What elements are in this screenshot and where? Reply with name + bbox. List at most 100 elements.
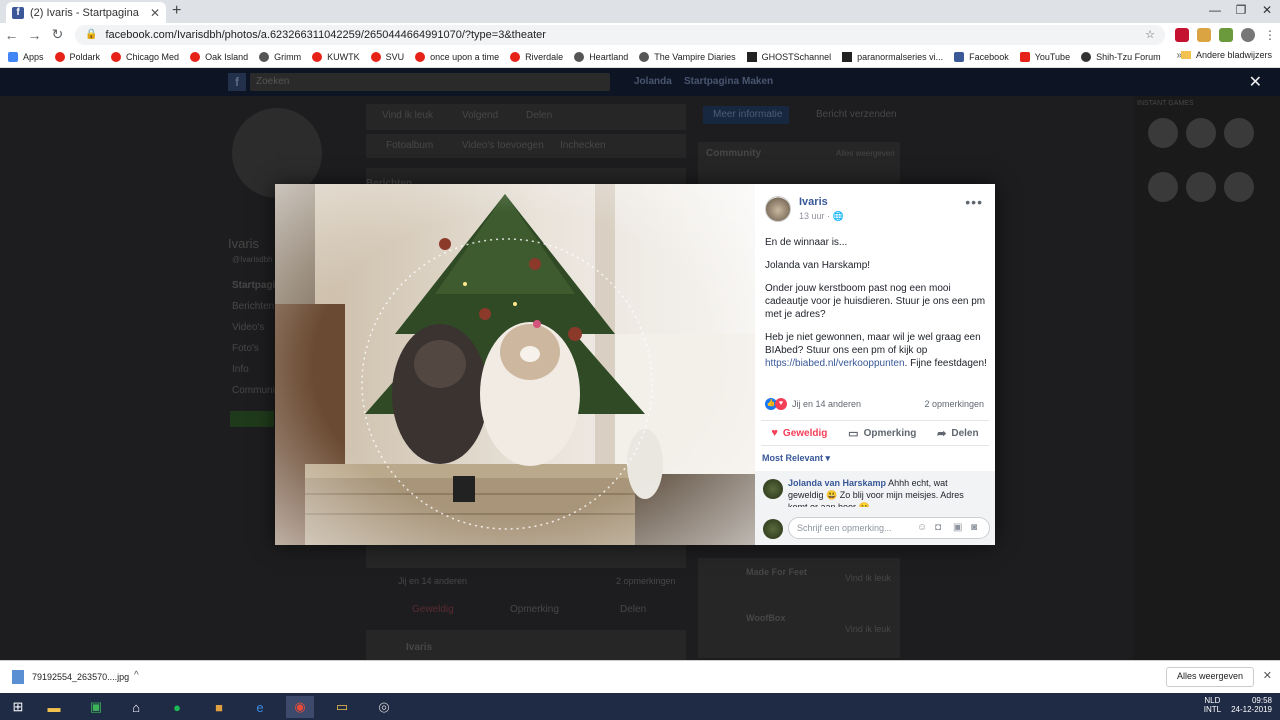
gif-icon[interactable]: ▣: [953, 522, 962, 533]
other-bookmarks[interactable]: Andere bladwijzers: [1180, 50, 1272, 60]
share-button[interactable]: ➦ Delen: [937, 427, 978, 440]
bookmark-item[interactable]: Heartland: [574, 51, 628, 62]
bookmark-item[interactable]: Shih-Tzu Forum: [1081, 51, 1161, 62]
close-downloads-icon[interactable]: ✕: [1263, 669, 1272, 682]
photo-theater: Ivaris 13 uur · 🌐 ••• En de winnaar is..…: [275, 184, 995, 545]
youtube-icon: [510, 51, 521, 62]
bookmark-item[interactable]: Chicago Med: [111, 51, 179, 62]
back-icon[interactable]: ←: [0, 27, 23, 43]
see-all-link: Alles weergeven: [836, 149, 895, 158]
maximize-icon[interactable]: ❐: [1228, 0, 1254, 23]
bookmark-item[interactable]: Grimm: [259, 51, 301, 62]
spotify-icon[interactable]: ●: [163, 696, 191, 718]
more-options-icon[interactable]: •••: [965, 194, 983, 210]
youtube-icon: [1019, 51, 1030, 62]
comment-sort-dropdown[interactable]: Most Relevant ▾: [762, 453, 830, 464]
bookmark-item[interactable]: Apps: [8, 51, 44, 62]
tab-close-icon[interactable]: ✕: [150, 6, 160, 20]
comments-section: Jolanda van Harskamp Ahhh echt, wat gewe…: [755, 471, 995, 545]
camera-app-icon[interactable]: ◎: [370, 696, 398, 718]
camera-icon[interactable]: ◘: [935, 522, 941, 533]
nav-profile: Jolanda: [634, 76, 672, 87]
bookmark-item[interactable]: Poldark: [54, 51, 100, 62]
sticker-icon[interactable]: ◙: [971, 522, 977, 533]
page-handle: @Ivarisdbh: [232, 255, 273, 264]
emoji-icon[interactable]: ☺: [917, 522, 927, 533]
show-all-downloads-button[interactable]: Alles weergeven: [1165, 667, 1254, 687]
game-avatar: [1148, 118, 1178, 148]
extension-icon[interactable]: [1197, 27, 1211, 42]
bookmark-item[interactable]: Oak Island: [190, 51, 248, 62]
facebook-logo-icon: f: [228, 73, 246, 91]
bookmark-item[interactable]: KUWTK: [312, 51, 360, 62]
sidebar-item: Foto's: [232, 343, 259, 354]
windows-start-icon[interactable]: ⊞: [4, 696, 32, 718]
post-comment: Opmerking: [510, 604, 559, 615]
post-timestamp[interactable]: 13 uur · 🌐: [799, 211, 844, 222]
commenter-name[interactable]: Jolanda van Harskamp: [788, 478, 886, 488]
post-author[interactable]: Ivaris: [799, 196, 828, 208]
comment-input[interactable]: Schrijf een opmerking... ☺ ◘ ▣ ◙: [788, 517, 990, 539]
share-icon: ➦: [937, 427, 947, 440]
profile-avatar[interactable]: [1241, 27, 1255, 42]
next-post-author: Ivaris: [406, 642, 433, 653]
author-avatar[interactable]: [765, 196, 791, 222]
minimize-icon[interactable]: —: [1202, 0, 1228, 23]
bookmark-item[interactable]: Facebook: [954, 51, 1009, 62]
bookmark-item[interactable]: once upon a time: [415, 51, 499, 62]
facebook-icon: [954, 51, 965, 62]
globe-icon: [259, 51, 270, 62]
dailymotion-icon: [842, 51, 853, 62]
internet-explorer-icon[interactable]: e: [246, 696, 274, 718]
suggestion-like: Vind ik leuk: [845, 624, 891, 634]
browser-tab[interactable]: f (2) Ivaris - Startpagina ✕: [6, 2, 166, 23]
forward-icon[interactable]: →: [23, 27, 46, 43]
suggestion-name: WoofBox: [746, 613, 786, 623]
bookmark-item[interactable]: The Vampire Diaries: [639, 51, 736, 62]
bookmark-item[interactable]: SVU: [370, 51, 404, 62]
comment-button[interactable]: ▭ Opmerking: [848, 427, 916, 440]
dim-cta: [230, 411, 274, 427]
post-reactions: Jij en 14 anderen: [398, 576, 468, 586]
clock[interactable]: 09:58 24-12-2019: [1231, 696, 1272, 714]
bookmark-item[interactable]: paranormalseries vi...: [842, 51, 943, 62]
store-icon[interactable]: ▣: [82, 696, 110, 718]
love-button[interactable]: ♥ Geweldig: [771, 427, 827, 439]
new-tab-icon[interactable]: +: [172, 2, 181, 20]
bookmark-star-icon[interactable]: ☆: [1145, 28, 1155, 41]
instant-games-heading: INSTANT GAMES: [1137, 100, 1194, 107]
extension-icon[interactable]: [1219, 27, 1233, 42]
reload-icon[interactable]: ↻: [46, 26, 69, 43]
close-window-icon[interactable]: ✕: [1254, 0, 1280, 23]
bookmark-item[interactable]: GHOSTSchannel: [746, 51, 831, 62]
biabed-link[interactable]: https://biabed.nl/verkooppunten: [765, 358, 905, 369]
lock-icon: 🔒: [85, 29, 98, 40]
folder-icon[interactable]: ▭: [328, 696, 356, 718]
commenter-avatar[interactable]: [763, 479, 783, 499]
extension-icon[interactable]: [1175, 27, 1189, 42]
close-theater-icon[interactable]: ✕: [1249, 72, 1262, 92]
windows-taskbar: ⊞ ▬ ▣ ⌂ ● ■ e ◉ ▭ ◎ NLD INTL 09:58 24-12-2…: [0, 693, 1280, 720]
post-share: Delen: [620, 604, 647, 615]
menu-icon[interactable]: ⋮: [1263, 28, 1277, 42]
reaction-summary[interactable]: 👍 ♥ Jij en 14 anderen: [765, 398, 861, 410]
comment-count[interactable]: 2 opmerkingen: [924, 399, 984, 409]
home-icon[interactable]: ⌂: [122, 696, 150, 718]
globe-icon: [574, 51, 585, 62]
bookmark-item[interactable]: Riverdale: [510, 51, 563, 62]
bookmark-item[interactable]: YouTube: [1019, 51, 1070, 62]
app-icon[interactable]: ■: [205, 696, 233, 718]
language-indicator[interactable]: NLD INTL: [1204, 696, 1221, 714]
search-input: Zoeken: [250, 73, 610, 91]
dailymotion-icon: [746, 51, 757, 62]
chrome-icon[interactable]: ◉: [286, 696, 314, 718]
nav-home: Startpagina: [684, 76, 740, 87]
post-photo[interactable]: [275, 184, 755, 545]
address-bar[interactable]: 🔒 facebook.com/Ivarisdbh/photos/a.623266…: [75, 24, 1165, 45]
chevron-up-icon[interactable]: ^: [134, 670, 139, 681]
file-explorer-icon[interactable]: ▬: [40, 696, 68, 718]
youtube-icon: [54, 51, 65, 62]
sidebar-item: Video's: [232, 322, 265, 333]
sidebar-item: Berichten: [232, 301, 275, 312]
download-item[interactable]: 79192554_263570....jpg: [12, 670, 129, 684]
